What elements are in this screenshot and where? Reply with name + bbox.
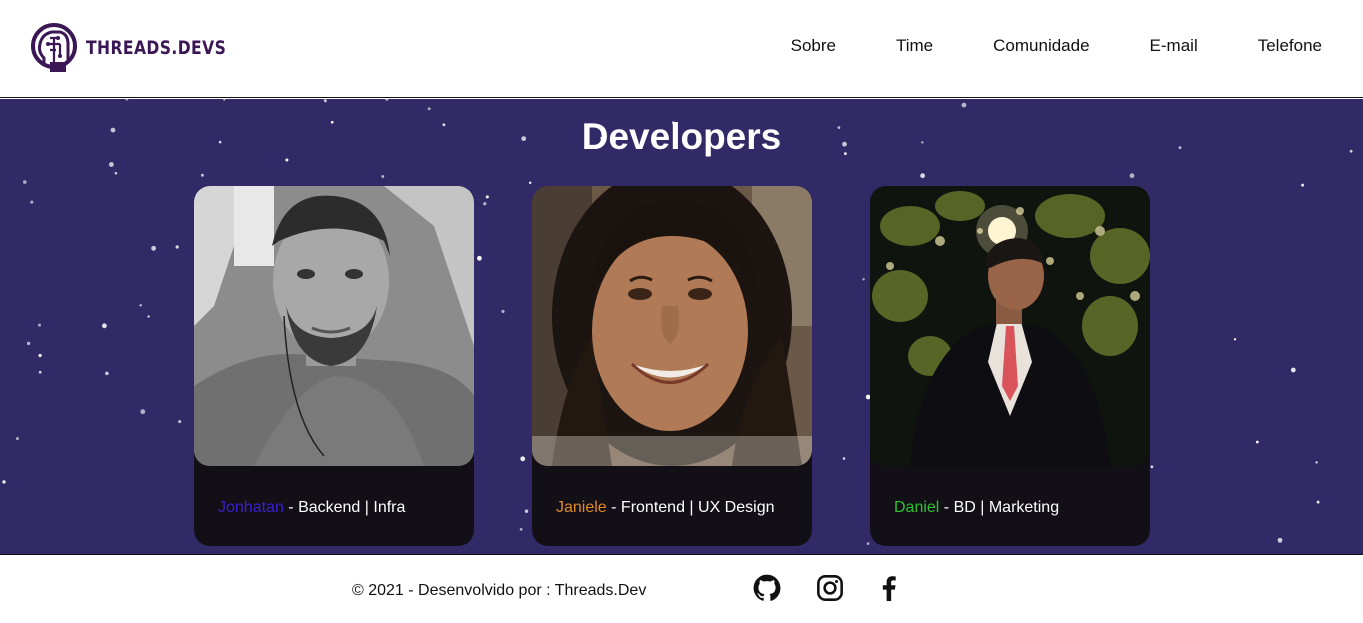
star xyxy=(519,528,523,531)
developer-role: - BD | Marketing xyxy=(939,499,1060,516)
star xyxy=(842,457,846,460)
star xyxy=(125,99,129,101)
star xyxy=(30,200,34,204)
star xyxy=(1233,338,1237,341)
star xyxy=(1277,537,1283,543)
star xyxy=(1315,461,1318,464)
brand[interactable]: THREADS.DEVS xyxy=(30,22,257,74)
star xyxy=(961,102,967,108)
developer-name: Daniel xyxy=(894,499,940,516)
star xyxy=(147,315,150,318)
star xyxy=(501,309,505,313)
star xyxy=(105,371,109,376)
star xyxy=(223,99,226,101)
star xyxy=(175,245,179,249)
nav-link-comunidade[interactable]: Comunidade xyxy=(993,36,1089,56)
star xyxy=(2,480,6,484)
star xyxy=(323,99,327,103)
star xyxy=(477,255,482,261)
developer-card: Jonhatan - Backend | Infra xyxy=(194,186,474,546)
star xyxy=(151,245,157,251)
star xyxy=(38,323,41,327)
star xyxy=(140,409,146,415)
star xyxy=(109,162,114,167)
nav-link-sobre[interactable]: Sobre xyxy=(791,36,836,56)
star xyxy=(15,437,19,441)
star xyxy=(920,173,925,179)
developer-photo xyxy=(194,186,474,466)
star xyxy=(485,195,489,199)
star xyxy=(102,323,107,329)
developer-photo xyxy=(532,186,812,466)
star xyxy=(427,107,431,111)
nav-link-email[interactable]: E-mail xyxy=(1150,36,1198,56)
star xyxy=(524,509,529,513)
nav-link-time[interactable]: Time xyxy=(896,36,933,56)
star xyxy=(114,171,118,175)
developer-name: Jonhatan xyxy=(218,499,284,516)
developer-photo xyxy=(870,186,1150,466)
github-icon[interactable] xyxy=(753,574,781,602)
star xyxy=(862,278,865,281)
main-nav: Sobre Time Comunidade E-mail Telefone xyxy=(791,36,1322,56)
developer-caption: Daniel - BD | Marketing xyxy=(894,499,1059,517)
brain-head-icon xyxy=(31,23,77,72)
star xyxy=(1301,183,1305,187)
star xyxy=(866,542,870,545)
star xyxy=(1150,465,1154,469)
star xyxy=(520,456,526,462)
star xyxy=(1290,367,1296,373)
star xyxy=(285,158,289,162)
star xyxy=(381,175,385,178)
brand-name: THREADS.DEVS xyxy=(86,37,227,59)
star xyxy=(1255,440,1259,444)
star xyxy=(200,173,204,177)
instagram-icon[interactable] xyxy=(816,574,844,602)
developer-role: - Backend | Infra xyxy=(283,499,406,516)
star xyxy=(23,180,27,184)
developer-card: Janiele - Frontend | UX Design xyxy=(532,186,812,546)
copyright-text: © 2021 - Desenvolvido por : Threads.Dev xyxy=(352,582,647,599)
developer-caption: Jonhatan - Backend | Infra xyxy=(218,499,405,517)
star xyxy=(26,341,31,346)
developer-card: Daniel - BD | Marketing xyxy=(870,186,1150,546)
developer-role: - Frontend | UX Design xyxy=(606,499,775,516)
developer-name: Janiele xyxy=(556,499,607,516)
developers-section: Developers Jonhatan - Backend | Infra Ja… xyxy=(0,99,1363,554)
site-footer: © 2021 - Desenvolvido por : Threads.Dev xyxy=(0,554,1363,623)
star xyxy=(483,202,487,206)
star xyxy=(1316,500,1320,504)
developer-caption: Janiele - Frontend | UX Design xyxy=(556,499,774,517)
star xyxy=(38,353,42,358)
section-title: Developers xyxy=(581,116,782,157)
star xyxy=(38,370,42,374)
star xyxy=(1129,173,1135,179)
facebook-icon[interactable] xyxy=(876,574,902,602)
star xyxy=(139,304,142,307)
star xyxy=(528,181,532,184)
nav-link-telefone[interactable]: Telefone xyxy=(1258,36,1322,56)
site-header: THREADS.DEVS Sobre Time Comunidade E-mai… xyxy=(0,0,1363,98)
star xyxy=(178,420,182,424)
star xyxy=(385,99,389,101)
